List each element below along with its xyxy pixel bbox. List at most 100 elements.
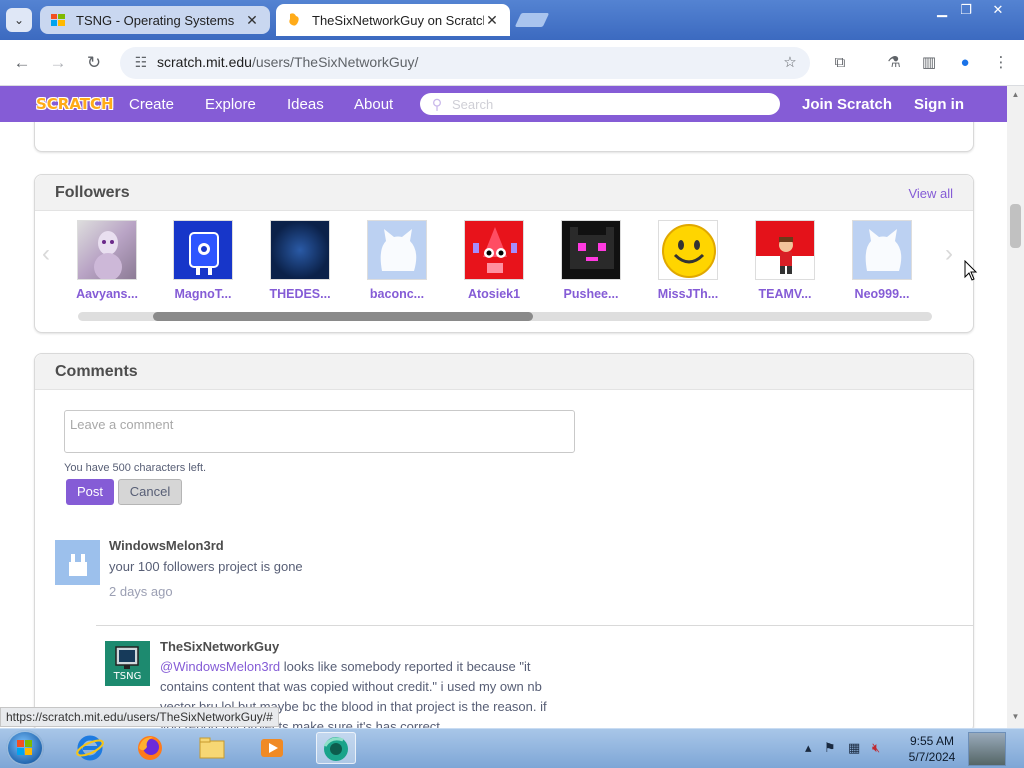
melon-avatar-icon xyxy=(69,554,87,576)
show-desktop-thumbnail[interactable] xyxy=(968,732,1006,766)
volume-muted-icon[interactable]: 🔇︎ xyxy=(872,740,880,756)
start-button[interactable] xyxy=(6,730,44,766)
follower-name[interactable]: THEDES... xyxy=(252,287,348,301)
comments-header: Comments xyxy=(35,354,973,390)
follower-avatar[interactable] xyxy=(173,220,233,280)
comment-time: 2 days ago xyxy=(109,584,173,599)
follower-avatar[interactable] xyxy=(755,220,815,280)
network-icon[interactable]: ▦ xyxy=(848,740,860,756)
follower-avatar[interactable] xyxy=(464,220,524,280)
scratch-logo[interactable]: SCRATCH xyxy=(36,93,114,115)
comment-avatar[interactable] xyxy=(55,540,100,585)
tab-tsng-operating-systems[interactable]: TSNG - Operating Systems ✕ xyxy=(40,6,270,34)
nav-about[interactable]: About xyxy=(354,96,393,113)
close-window-icon[interactable]: ✕ xyxy=(982,0,1014,20)
comment-textarea[interactable]: Leave a comment xyxy=(64,410,575,453)
side-panel-icon[interactable]: ▥ xyxy=(918,52,940,74)
search-icon: ⚲ xyxy=(431,96,443,112)
reload-icon[interactable]: ↻ xyxy=(83,52,105,74)
reply-divider xyxy=(96,625,973,626)
forward-arrow-icon[interactable]: → xyxy=(47,52,69,74)
restore-icon[interactable]: ❐ xyxy=(950,0,982,20)
close-tab-icon[interactable]: ✕ xyxy=(244,12,260,29)
scroll-down-icon[interactable]: ▼ xyxy=(1007,712,1024,722)
menu-dots-icon[interactable]: ⋮ xyxy=(990,52,1012,74)
mouse-cursor-icon xyxy=(964,260,978,281)
comments-title: Comments xyxy=(55,363,138,380)
windows-favicon-icon xyxy=(51,14,65,26)
follower-avatar[interactable] xyxy=(658,220,718,280)
chrome-taskbar-icon[interactable] xyxy=(316,732,356,764)
follower-name[interactable]: baconc... xyxy=(349,287,445,301)
tab-search-button[interactable]: ⌄ xyxy=(6,8,32,32)
status-url: https://scratch.mit.edu/users/TheSixNetw… xyxy=(0,707,279,727)
pixel-cat-icon xyxy=(570,227,614,269)
default-cat-icon xyxy=(380,229,417,271)
follower-avatar[interactable] xyxy=(270,220,330,280)
smiley-face-icon xyxy=(662,224,716,278)
internet-explorer-icon[interactable] xyxy=(70,732,110,764)
labs-flask-icon[interactable]: ⚗ xyxy=(883,52,905,74)
comment-text-line1: looks like somebody reported it because … xyxy=(280,659,531,674)
page-scrollbar[interactable] xyxy=(1007,86,1024,728)
comment-text: @WindowsMelon3rd looks like somebody rep… xyxy=(160,657,530,677)
url-text[interactable]: scratch.mit.edu/users/TheSixNetworkGuy/ xyxy=(157,54,418,70)
followers-header: Followers View all xyxy=(35,175,973,211)
follower-avatar[interactable] xyxy=(367,220,427,280)
url-host: scratch.mit.edu xyxy=(157,54,252,70)
follower-name[interactable]: TEAMV... xyxy=(737,287,833,301)
action-center-flag-icon[interactable]: ⚑ xyxy=(824,740,836,756)
red-creature-icon xyxy=(473,227,517,273)
comment-text-line2: contains content that was copied without… xyxy=(160,679,542,694)
avatar-label: TSNG xyxy=(113,671,142,682)
post-button[interactable]: Post xyxy=(66,479,114,505)
follower-name[interactable]: Atosiek1 xyxy=(446,287,542,301)
nav-create[interactable]: Create xyxy=(129,96,174,113)
comment-avatar[interactable]: TSNG xyxy=(105,641,150,686)
carousel-next-icon[interactable]: › xyxy=(945,240,953,268)
scroll-up-icon[interactable]: ▲ xyxy=(1007,90,1024,100)
file-explorer-icon[interactable] xyxy=(192,732,232,764)
follower-name[interactable]: Pushee... xyxy=(543,287,639,301)
nav-ideas[interactable]: Ideas xyxy=(287,96,324,113)
profile-icon[interactable]: ● xyxy=(954,52,976,74)
bookmark-star-icon[interactable]: ☆ xyxy=(779,52,801,74)
cancel-button[interactable]: Cancel xyxy=(118,479,182,505)
nav-explore[interactable]: Explore xyxy=(205,96,256,113)
follower-avatar[interactable] xyxy=(77,220,137,280)
extensions-icon[interactable]: ⧉ xyxy=(829,52,851,74)
mewtwo-figure-icon xyxy=(94,231,122,279)
tab-title: TheSixNetworkGuy on Scratch xyxy=(312,12,484,28)
clock-time: 9:55 AM xyxy=(909,734,955,748)
tab-thesixnetworkguy-scratch[interactable]: TheSixNetworkGuy on Scratch ✕ xyxy=(276,4,510,36)
carousel-prev-icon[interactable]: ‹ xyxy=(42,240,50,268)
follower-name[interactable]: Aavyans... xyxy=(59,287,155,301)
characters-left: You have 500 characters left. xyxy=(64,462,207,474)
page-scroll-thumb[interactable] xyxy=(1010,204,1021,248)
sign-in-link[interactable]: Sign in xyxy=(914,96,964,113)
site-info-icon[interactable]: ☷ xyxy=(132,53,150,71)
follower-name[interactable]: Neo999... xyxy=(834,287,930,301)
firefox-icon[interactable] xyxy=(130,732,170,764)
follower-avatar[interactable] xyxy=(561,220,621,280)
join-scratch-link[interactable]: Join Scratch xyxy=(802,96,892,113)
comment-username[interactable]: TheSixNetworkGuy xyxy=(160,639,279,654)
red-character-icon xyxy=(779,237,793,274)
followers-title: Followers xyxy=(55,184,130,201)
follower-name[interactable]: MagnoT... xyxy=(155,287,251,301)
follower-name[interactable]: MissJTh... xyxy=(640,287,736,301)
tray-expand-icon[interactable]: ▴ xyxy=(805,740,812,756)
comment-mention[interactable]: @WindowsMelon3rd xyxy=(160,659,280,674)
url-path: /users/TheSixNetworkGuy/ xyxy=(251,54,419,70)
close-tab-icon[interactable]: ✕ xyxy=(484,12,500,29)
view-all-link[interactable]: View all xyxy=(908,186,953,201)
default-cat-icon xyxy=(865,229,902,271)
followers-scroll-thumb[interactable] xyxy=(153,312,533,321)
back-arrow-icon[interactable]: ← xyxy=(11,52,33,74)
taskbar-clock[interactable]: 9:55 AM 5/7/2024 xyxy=(902,733,962,765)
comment-username[interactable]: WindowsMelon3rd xyxy=(109,538,224,553)
media-player-icon[interactable] xyxy=(252,732,292,764)
clock-date: 5/7/2024 xyxy=(908,750,956,764)
blue-robot-icon xyxy=(189,232,219,275)
follower-avatar[interactable] xyxy=(852,220,912,280)
